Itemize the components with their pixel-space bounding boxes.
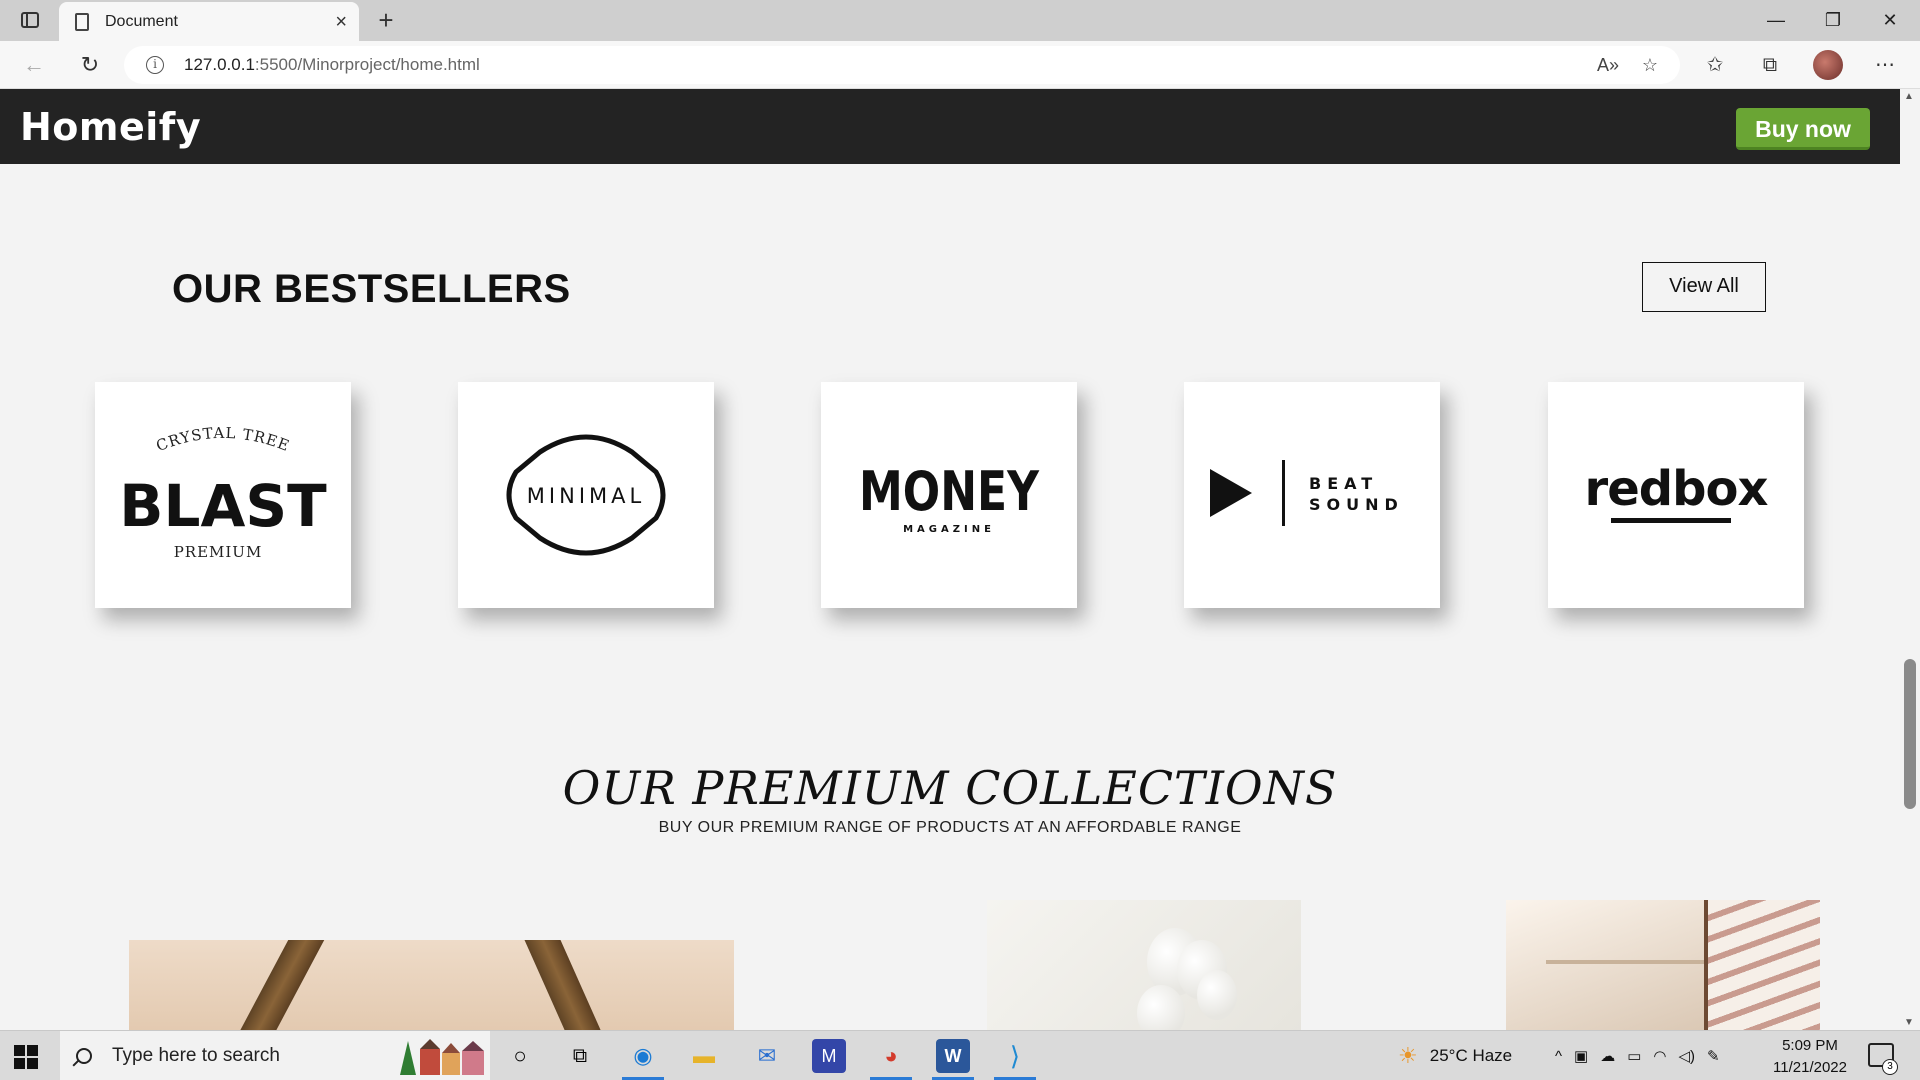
weather-text: 25°C Haze <box>1429 1046 1513 1065</box>
url-host: 127.0.0.1 <box>184 55 255 74</box>
word-icon[interactable]: W <box>936 1039 970 1073</box>
beat-text: BEAT <box>1309 474 1378 493</box>
onedrive-icon[interactable]: ☁ <box>1600 1047 1615 1065</box>
collection-image-balloons[interactable] <box>987 900 1301 1030</box>
brand-card-beat-sound[interactable]: BEAT SOUND <box>1184 382 1440 608</box>
site-info-icon[interactable]: i <box>146 56 164 74</box>
close-tab-icon[interactable]: × <box>335 12 347 32</box>
task-view-icon[interactable]: ⧉ <box>563 1039 597 1073</box>
browser-tab-bar: Document × + — ❐ ✕ <box>0 0 1920 41</box>
address-bar-row: ← ↻ i 127.0.0.1:5500/Minorproject/home.h… <box>0 41 1920 89</box>
search-placeholder: Type here to search <box>112 1045 280 1066</box>
weather-widget[interactable]: ☀ 25°C Haze <box>1398 1031 1512 1080</box>
minimize-icon[interactable]: — <box>1756 6 1796 34</box>
money-logo: MONEY MAGAZINE <box>859 460 1040 535</box>
read-aloud-icon[interactable]: A» <box>1594 53 1622 77</box>
more-menu-icon[interactable]: ⋯ <box>1870 50 1900 80</box>
premium-subtitle: BUY OUR PREMIUM RANGE OF PRODUCTS AT AN … <box>658 819 1242 836</box>
blast-top-text: CRYSTAL TREE <box>154 424 292 455</box>
windows-taskbar: Type here to search ○ ⧉ ◉ ▬ ✉ M ◕ W ⟩ ☀ … <box>0 1030 1920 1080</box>
brand-card-money[interactable]: MONEY MAGAZINE <box>821 382 1077 608</box>
blast-bottom-text: PREMIUM <box>174 543 263 561</box>
magazine-text: MAGAZINE <box>903 524 995 535</box>
premium-heading: OUR PREMIUM COLLECTIONS <box>562 761 1338 815</box>
volume-icon[interactable]: ◁) <box>1679 1047 1696 1065</box>
redbox-logo: redbox <box>1585 461 1769 523</box>
collection-image-beams[interactable] <box>129 940 734 1030</box>
document-icon <box>75 12 89 31</box>
url-path: :5500/Minorproject/home.html <box>254 55 480 74</box>
new-tab-button[interactable]: + <box>370 4 402 36</box>
blast-logo: CRYSTAL TREE BLAST PREMIUM <box>119 424 327 561</box>
mail-icon[interactable]: ✉ <box>750 1039 784 1073</box>
scrollbar-thumb[interactable] <box>1904 659 1916 809</box>
search-icon <box>76 1048 92 1064</box>
profile-avatar[interactable] <box>1813 50 1843 80</box>
collection-image-interior[interactable] <box>1506 900 1820 1030</box>
file-explorer-icon[interactable]: ▬ <box>687 1039 721 1073</box>
refresh-icon[interactable]: ↻ <box>74 51 106 79</box>
money-text: MONEY <box>859 460 1040 523</box>
scroll-up-icon[interactable]: ▲ <box>1904 91 1914 102</box>
tab-actions-icon[interactable] <box>14 8 46 32</box>
bestsellers-heading: OUR BESTSELLERS <box>172 267 571 311</box>
minimal-logo: MINIMAL <box>506 434 666 556</box>
wifi-icon[interactable]: ◠ <box>1653 1047 1666 1065</box>
pen-icon[interactable]: ✎ <box>1707 1047 1720 1065</box>
beat-sound-logo: BEAT SOUND <box>1210 460 1404 526</box>
chrome-icon[interactable]: ◕ <box>874 1039 908 1073</box>
collections-icon[interactable]: ⧉ <box>1755 50 1785 80</box>
notification-count-badge: 3 <box>1882 1059 1898 1075</box>
brand-card-blast[interactable]: CRYSTAL TREE BLAST PREMIUM <box>95 382 351 608</box>
add-favorite-icon[interactable]: ☆ <box>1636 53 1664 77</box>
svg-text:CRYSTAL TREE: CRYSTAL TREE <box>154 424 293 455</box>
holiday-village-icon <box>400 1039 484 1075</box>
system-tray: ^ ▣ ☁ ▭ ◠ ◁) ✎ <box>1555 1031 1720 1080</box>
favorites-icon[interactable]: ✩ <box>1700 50 1730 80</box>
vscode-icon[interactable]: ⟩ <box>998 1039 1032 1073</box>
page-viewport: Homeify Buy now OUR BESTSELLERS View All… <box>0 89 1900 1030</box>
redbox-text: redbox <box>1585 461 1769 517</box>
taskbar-clock[interactable]: 5:09 PM 11/21/2022 <box>1770 1035 1850 1079</box>
tab-title: Document <box>105 12 178 30</box>
minimal-text: MINIMAL <box>527 484 645 508</box>
brand-card-minimal[interactable]: MINIMAL <box>458 382 714 608</box>
clock-time: 5:09 PM <box>1782 1037 1838 1054</box>
site-logo[interactable]: Homeify <box>20 105 201 149</box>
play-icon <box>1210 469 1252 517</box>
buy-now-button[interactable]: Buy now <box>1736 108 1870 150</box>
chevron-up-icon[interactable]: ^ <box>1555 1048 1562 1065</box>
back-icon[interactable]: ← <box>18 51 50 79</box>
site-header: Homeify Buy now <box>0 89 1900 164</box>
page-scrollbar[interactable]: ▲ ▼ <box>1900 89 1920 1030</box>
brand-card-redbox[interactable]: redbox <box>1548 382 1804 608</box>
weather-haze-icon: ☀ <box>1398 1043 1418 1068</box>
app-tray-icon[interactable]: ▣ <box>1574 1047 1588 1065</box>
cortana-icon[interactable]: ○ <box>503 1039 537 1073</box>
scroll-down-icon[interactable]: ▼ <box>1904 1017 1914 1028</box>
browser-tab[interactable]: Document × <box>59 2 359 41</box>
clock-date: 11/21/2022 <box>1773 1059 1847 1076</box>
vlc-app-icon[interactable]: M <box>812 1039 846 1073</box>
url-field[interactable]: i 127.0.0.1:5500/Minorproject/home.html … <box>124 46 1680 84</box>
battery-icon[interactable]: ▭ <box>1627 1047 1641 1065</box>
blast-main-text: BLAST <box>119 472 327 540</box>
edge-icon[interactable]: ◉ <box>626 1039 660 1073</box>
restore-icon[interactable]: ❐ <box>1813 6 1853 34</box>
close-window-icon[interactable]: ✕ <box>1870 6 1910 34</box>
windows-start-icon[interactable] <box>14 1045 38 1069</box>
view-all-button[interactable]: View All <box>1642 262 1766 312</box>
sound-text: SOUND <box>1309 495 1404 514</box>
